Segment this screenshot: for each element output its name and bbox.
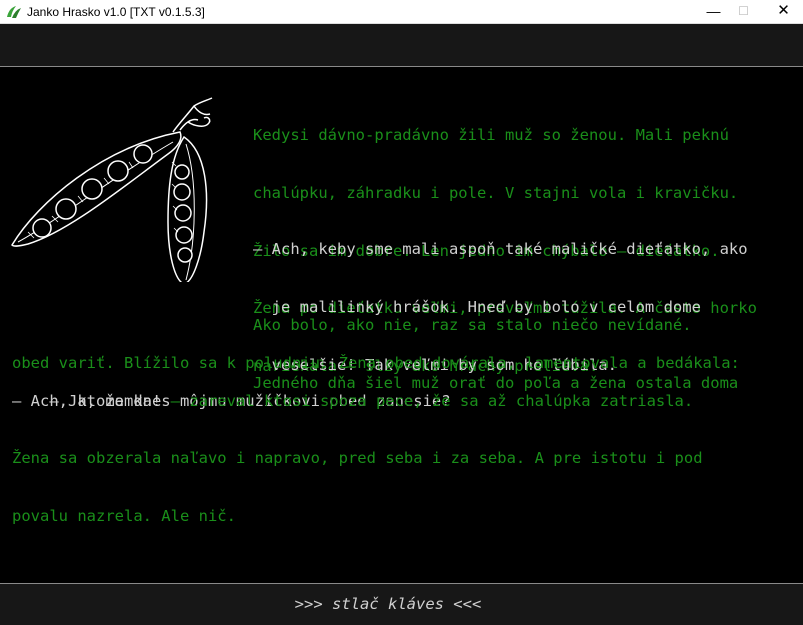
story-line: povalu nazrela. Ale nič. — [12, 507, 236, 526]
story-screen[interactable]: Kedysi dávno-pradávno žili muž so ženou.… — [0, 67, 803, 583]
pea-pod-illustration — [11, 97, 213, 282]
press-key-prompt[interactable]: >>> stlač kláves <<< — [0, 595, 776, 613]
story-line: chalúpku, záhradku i pole. V stajni vola… — [253, 184, 739, 203]
window-title: Janko Hrasko v1.0 [TXT v0.1.5.3] — [27, 5, 205, 19]
maximize-button[interactable]: ☐ — [726, 0, 761, 24]
story-line: Kedysi dávno-pradávno žili muž so ženou.… — [253, 126, 729, 145]
close-button[interactable]: ✕ — [766, 0, 801, 24]
story-line: Žena sa obzerala naľavo i napravo, pred … — [12, 449, 703, 468]
story-line: – zareval ktosi spoza pece, že sa až cha… — [161, 392, 694, 411]
bottom-prompt-bar[interactable]: >>> stlač kláves <<< — [0, 583, 803, 625]
title-bar[interactable]: Janko Hrasko v1.0 [TXT v0.1.5.3] — ☐ ✕ — [0, 0, 803, 24]
speech-line: – Ach, keby sme mali aspoň také maličké … — [253, 240, 748, 259]
speech-line: – Ja, mamka! — [49, 392, 162, 411]
top-status-bar — [0, 24, 803, 67]
app-pea-icon — [7, 6, 21, 18]
